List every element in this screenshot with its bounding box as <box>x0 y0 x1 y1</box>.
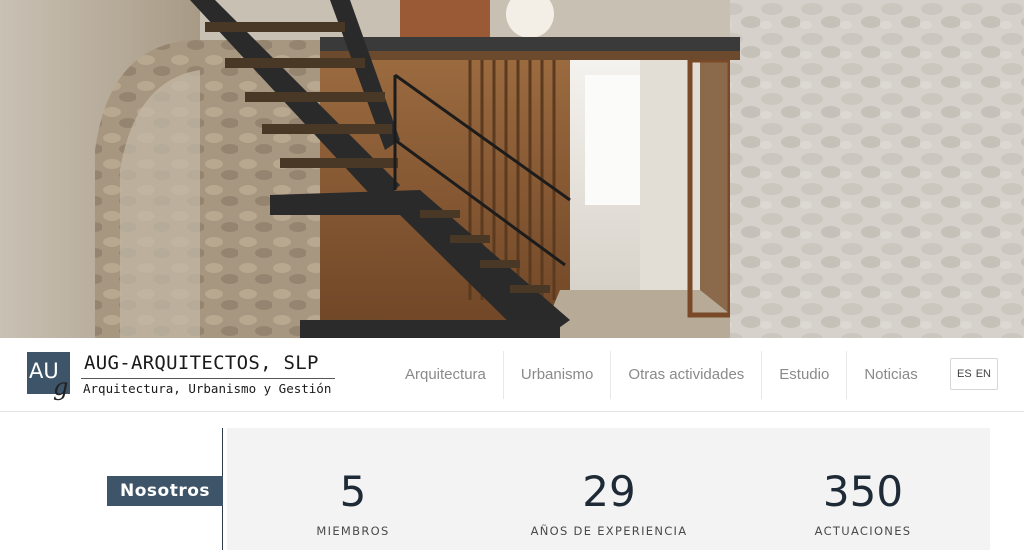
nav-item-noticias[interactable]: Noticias <box>847 351 934 399</box>
stat-value: 29 <box>582 467 636 516</box>
nav-item-estudio[interactable]: Estudio <box>762 350 848 399</box>
stat-label: MIEMBROS <box>316 524 390 538</box>
stat-members: 5 MIEMBROS <box>243 428 463 539</box>
logo-divider <box>81 378 335 379</box>
site-header: AU g AUG-ARQUITECTOS, SLP Arquitectura, … <box>0 338 1024 412</box>
stat-projects: 350 ACTUACIONES <box>753 428 973 539</box>
stat-years: 29 AÑOS DE EXPERIENCIA <box>499 428 719 539</box>
stats-panel: 5 MIEMBROS 29 AÑOS DE EXPERIENCIA 350 AC… <box>227 428 990 550</box>
lang-es-link[interactable]: ES <box>957 368 972 380</box>
stat-label: AÑOS DE EXPERIENCIA <box>530 524 688 538</box>
language-switcher: ES EN <box>950 358 998 390</box>
stat-label: ACTUACIONES <box>814 524 912 538</box>
company-tagline: Arquitectura, Urbanismo y Gestión <box>83 381 332 396</box>
stat-value: 5 <box>339 467 367 516</box>
logo-g-text: g <box>53 373 69 401</box>
nav-item-arquitectura[interactable]: Arquitectura <box>388 350 504 399</box>
company-name: AUG-ARQUITECTOS, SLP <box>84 352 319 374</box>
stat-value: 350 <box>822 467 904 516</box>
nav-item-otras-actividades[interactable]: Otras actividades <box>611 350 763 399</box>
hero-image <box>0 0 1024 338</box>
nav-item-urbanismo[interactable]: Urbanismo <box>504 350 612 399</box>
about-badge: Nosotros <box>107 476 223 506</box>
site-logo[interactable]: AU g AUG-ARQUITECTOS, SLP Arquitectura, … <box>27 351 347 403</box>
main-nav: Arquitectura Urbanismo Otras actividades… <box>388 338 935 411</box>
lang-en-link[interactable]: EN <box>976 368 991 380</box>
